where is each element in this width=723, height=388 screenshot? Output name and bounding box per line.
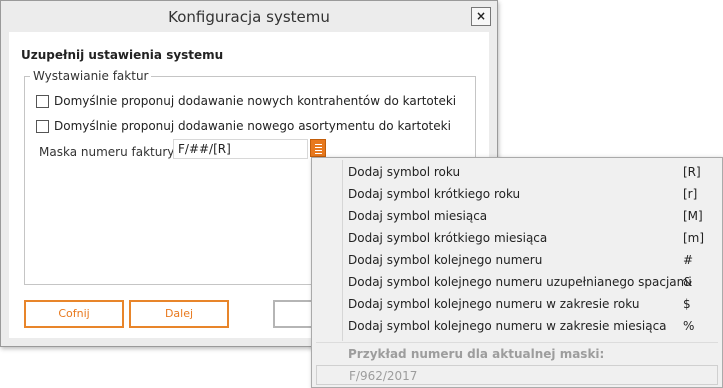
menu-item-sequence-space-padded[interactable]: Dodaj symbol kolejnego numeru uzupełnian… bbox=[344, 271, 720, 293]
menu-separator bbox=[316, 342, 718, 343]
menu-item-label: Dodaj symbol roku bbox=[348, 165, 461, 179]
menu-item-label: Dodaj symbol kolejnego numeru uzupełnian… bbox=[348, 275, 692, 289]
menu-item-label: Dodaj symbol kolejnego numeru w zakresie… bbox=[348, 319, 667, 333]
menu-list-icon bbox=[315, 144, 322, 145]
checkbox-label: Domyślnie proponuj dodawanie nowego asor… bbox=[54, 119, 451, 133]
menu-item-label: Dodaj symbol kolejnego numeru w zakresie… bbox=[348, 297, 640, 311]
back-button[interactable]: Cofnij bbox=[24, 300, 124, 328]
invoice-mask-label: Maska numeru faktury bbox=[39, 145, 175, 159]
menu-item-year[interactable]: Dodaj symbol roku [R] bbox=[344, 161, 720, 183]
menu-item-sequence-number[interactable]: Dodaj symbol kolejnego numeru # bbox=[344, 249, 720, 271]
close-button[interactable]: × bbox=[471, 7, 491, 26]
checkbox-box[interactable] bbox=[36, 95, 49, 108]
checkbox-box[interactable] bbox=[36, 120, 49, 133]
menu-item-symbol: # bbox=[683, 253, 694, 267]
menu-item-label: Dodaj symbol miesiąca bbox=[348, 209, 488, 223]
menu-item-symbol: [R] bbox=[683, 165, 701, 179]
window-title: Konfiguracja systemu bbox=[168, 8, 330, 26]
menu-list-icon-line bbox=[315, 153, 322, 154]
next-button[interactable]: Dalej bbox=[129, 300, 229, 328]
example-number-label: Przykład numeru dla aktualnej maski: bbox=[348, 347, 605, 361]
menu-item-label: Dodaj symbol krótkiego roku bbox=[348, 187, 521, 201]
title-bar[interactable]: Konfiguracja systemu × bbox=[1, 1, 497, 33]
menu-item-sequence-per-month[interactable]: Dodaj symbol kolejnego numeru w zakresie… bbox=[344, 315, 720, 337]
invoice-mask-input[interactable]: F/##/[R] bbox=[173, 139, 308, 159]
group-label: Wystawianie faktur bbox=[30, 69, 152, 83]
menu-list-icon-line bbox=[315, 150, 322, 151]
mask-menu-button[interactable] bbox=[310, 139, 326, 157]
menu-item-month[interactable]: Dodaj symbol miesiąca [M] bbox=[344, 205, 720, 227]
menu-item-short-year[interactable]: Dodaj symbol krótkiego roku [r] bbox=[344, 183, 720, 205]
menu-item-symbol: % bbox=[683, 319, 695, 333]
menu-item-symbol: [r] bbox=[683, 187, 698, 201]
menu-item-symbol: $ bbox=[683, 297, 691, 311]
page-heading: Uzupełnij ustawienia systemu bbox=[21, 48, 224, 62]
menu-item-label: Dodaj symbol kolejnego numeru bbox=[348, 253, 543, 267]
menu-item-short-month[interactable]: Dodaj symbol krótkiego miesiąca [m] bbox=[344, 227, 720, 249]
menu-item-label: Dodaj symbol krótkiego miesiąca bbox=[348, 231, 548, 245]
menu-icon-column-divider bbox=[342, 160, 343, 341]
checkbox-label: Domyślnie proponuj dodawanie nowych kont… bbox=[54, 94, 457, 108]
menu-item-sequence-per-year[interactable]: Dodaj symbol kolejnego numeru w zakresie… bbox=[344, 293, 720, 315]
example-number-box: F/962/2017 bbox=[316, 365, 718, 385]
menu-item-symbol: & bbox=[683, 275, 693, 289]
menu-item-symbol: [M] bbox=[683, 209, 703, 223]
example-number-value: F/962/2017 bbox=[349, 369, 418, 383]
menu-list-icon-line bbox=[315, 147, 322, 148]
menu-item-symbol: [m] bbox=[683, 231, 705, 245]
mask-symbol-menu: Dodaj symbol roku [R] Dodaj symbol krótk… bbox=[311, 157, 723, 388]
